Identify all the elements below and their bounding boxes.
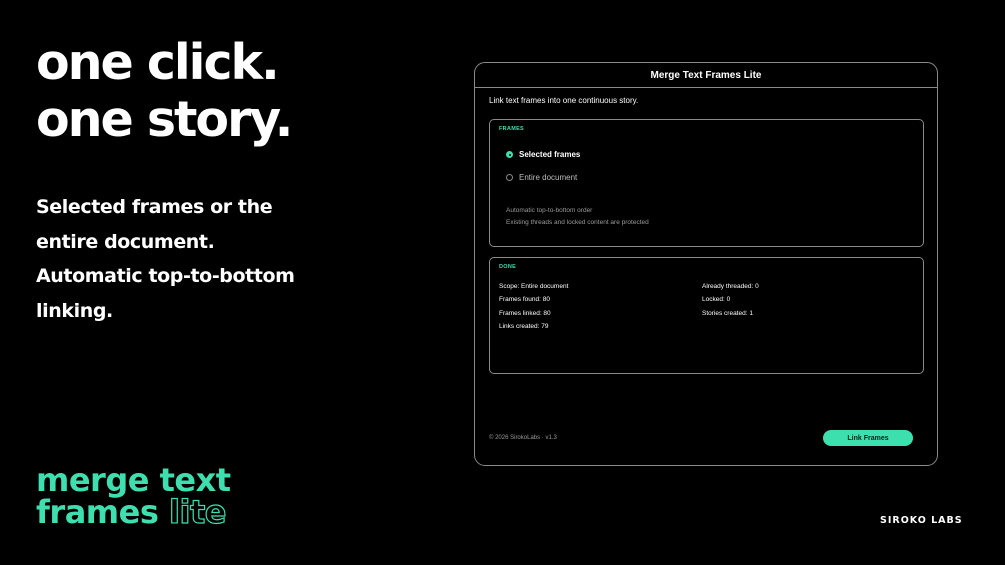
footer-copyright: © 2026 SirokoLabs · v1.3 (489, 435, 557, 441)
done-panel: DONE Scope: Entire document Frames found… (489, 257, 924, 374)
stat-scope: Scope: Entire document (499, 283, 569, 290)
feature-description: Selected frames or the entire document. … (36, 190, 296, 328)
headline: one click. one story. (36, 34, 293, 148)
headline-line-1: one click. (36, 34, 280, 91)
product-logo-lite: lite (168, 493, 227, 531)
stat-already-threaded: Already threaded: 0 (702, 283, 759, 290)
link-frames-button[interactable]: Link Frames (823, 430, 913, 446)
product-logo-line-1: merge text (36, 461, 231, 499)
company-logo: SIROKO LABS (880, 515, 963, 526)
plugin-window: Merge Text Frames Lite Link text frames … (474, 62, 938, 466)
note-order: Automatic top-to-bottom order (506, 207, 593, 214)
done-panel-label: DONE (499, 264, 517, 270)
stat-locked: Locked: 0 (702, 296, 731, 303)
stat-frames-found: Frames found: 80 (499, 296, 550, 303)
stat-frames-linked: Frames linked: 80 (499, 310, 551, 317)
radio-selected-frames[interactable]: Selected frames (506, 150, 580, 159)
stat-stories-created: Stories created: 1 (702, 310, 753, 317)
note-protection: Existing threads and locked content are … (506, 219, 649, 226)
window-title: Merge Text Frames Lite (475, 63, 937, 88)
description-line-1: Selected frames or the (36, 196, 273, 218)
radio-entire-document[interactable]: Entire document (506, 173, 577, 182)
product-logo-line-2: frames lite (36, 493, 231, 531)
radio-selected-frames-label: Selected frames (519, 150, 581, 159)
description-line-3: Automatic top-to-bottom (36, 265, 295, 287)
product-logo: merge text frames lite (36, 461, 231, 531)
description-line-4: linking. (36, 299, 113, 322)
radio-checked-icon (506, 151, 513, 158)
stat-links-created: Links created: 79 (499, 323, 549, 330)
radio-entire-document-label: Entire document (519, 173, 578, 182)
headline-line-2: one story. (36, 91, 293, 148)
radio-unchecked-icon (506, 174, 513, 181)
frames-panel-label: FRAMES (499, 126, 525, 132)
product-logo-frames: frames (36, 493, 159, 531)
intro-text: Link text frames into one continuous sto… (489, 96, 639, 105)
description-line-2: entire document. (36, 230, 215, 253)
frames-panel: FRAMES Selected frames Entire document A… (489, 119, 924, 247)
